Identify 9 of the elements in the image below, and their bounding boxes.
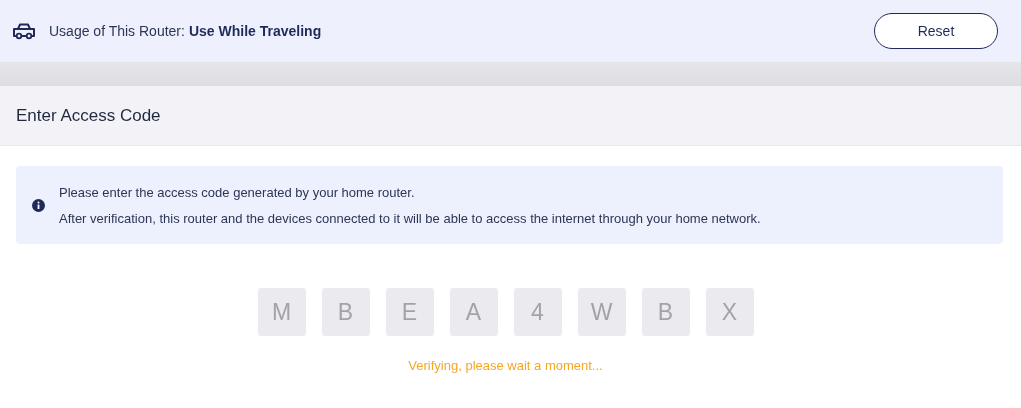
usage-value: Use While Traveling — [188, 23, 322, 39]
status-message: Verifying, please wait a moment... — [408, 358, 603, 373]
info-icon — [32, 198, 45, 212]
notice-text: After verification, this router and the devices connected to it will be able to access the internet through your home network. — [59, 210, 761, 226]
notice-text: Please enter the access code generated by your home router. — [59, 184, 416, 200]
panel-title: Enter Access Code — [16, 105, 161, 126]
usage-label: Usage of This Router: — [49, 23, 185, 39]
reset-button[interactable]: Reset — [874, 13, 998, 49]
car-icon — [12, 22, 36, 40]
